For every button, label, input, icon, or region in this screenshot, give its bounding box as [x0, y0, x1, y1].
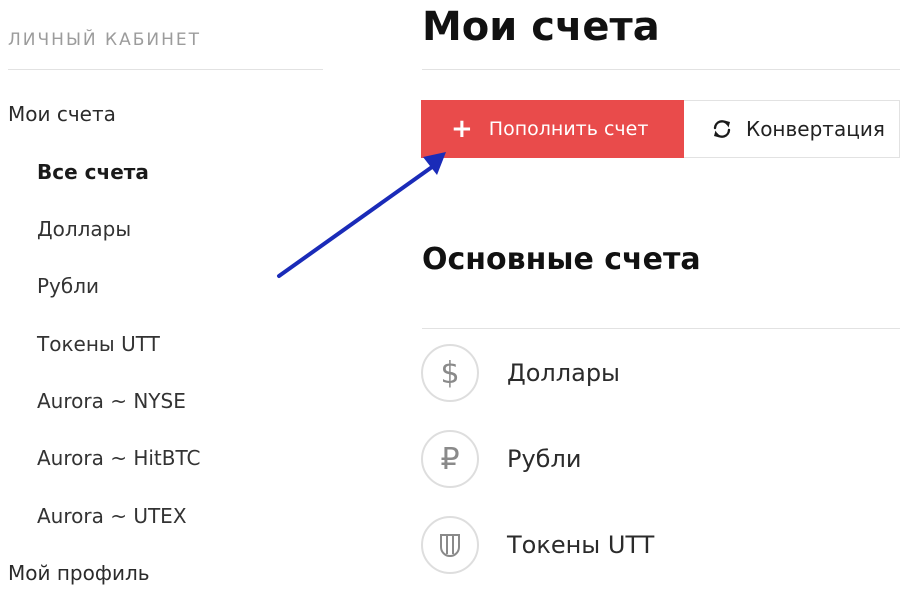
sidebar: ЛИЧНЫЙ КАБИНЕТ Мои счета Все счета Долла… [0, 0, 330, 589]
account-row-rubles[interactable]: ₽ Рубли [421, 429, 900, 489]
convert-button[interactable]: Конвертация [684, 100, 900, 158]
account-row-utt-tokens[interactable]: Токены UTT [421, 515, 900, 575]
sidebar-item-aurora-hitbtc[interactable]: Aurora ~ HitBTC [37, 446, 201, 470]
page-title: Мои счета [422, 4, 660, 50]
section-title: Основные счета [422, 242, 701, 277]
utt-token-icon [421, 516, 479, 574]
refresh-icon [710, 117, 734, 141]
topup-button-label: Пополнить счет [488, 118, 649, 140]
sidebar-item-aurora-utex[interactable]: Aurora ~ UTEX [37, 504, 187, 528]
convert-button-label: Конвертация [746, 117, 885, 141]
sidebar-item-utt-tokens[interactable]: Токены UTT [37, 332, 160, 356]
account-label: Рубли [507, 445, 582, 473]
sidebar-title: ЛИЧНЫЙ КАБИНЕТ [8, 30, 202, 50]
sidebar-item-rubles[interactable]: Рубли [37, 274, 99, 298]
account-label: Доллары [507, 359, 621, 387]
account-row-dollars[interactable]: $ Доллары [421, 343, 900, 403]
sidebar-item-dollars[interactable]: Доллары [37, 217, 131, 241]
sidebar-divider [8, 69, 323, 70]
section-divider [422, 328, 900, 329]
account-label: Токены UTT [507, 531, 655, 559]
sidebar-item-aurora-nyse[interactable]: Aurora ~ NYSE [37, 389, 186, 413]
plus-icon: + [451, 114, 473, 144]
ruble-icon: ₽ [421, 430, 479, 488]
sidebar-item-my-accounts[interactable]: Мои счета [8, 102, 116, 126]
header-divider [422, 69, 900, 70]
dollar-icon: $ [421, 344, 479, 402]
sidebar-item-all-accounts[interactable]: Все счета [37, 160, 149, 184]
sidebar-item-my-profile[interactable]: Мой профиль [8, 561, 150, 585]
topup-button[interactable]: + Пополнить счет [421, 100, 684, 158]
